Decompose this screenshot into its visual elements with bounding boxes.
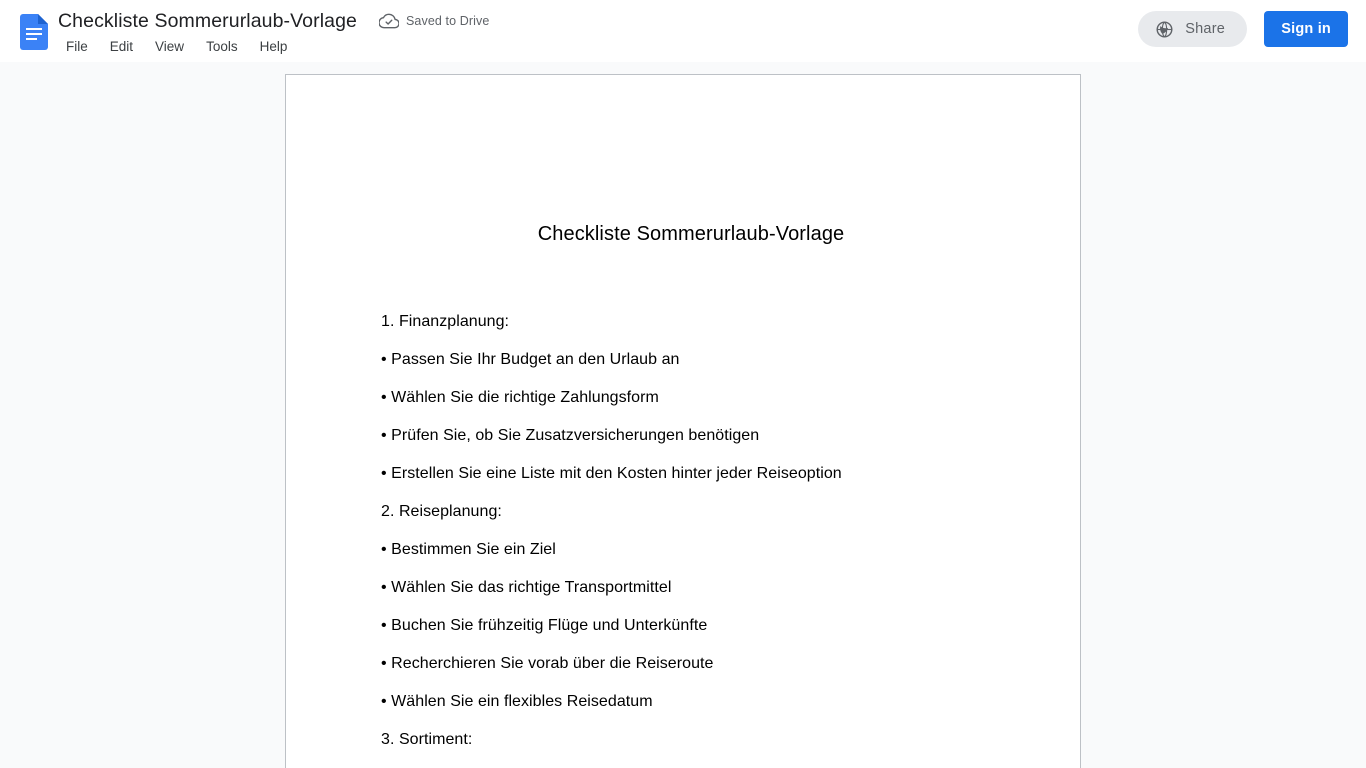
page-title[interactable]: Checkliste Sommerurlaub-Vorlage: [58, 7, 357, 35]
save-status-label: Saved to Drive: [405, 14, 490, 28]
document-line: • Buchen Sie frühzeitig Flüge und Unterk…: [381, 617, 708, 634]
document-heading: Checkliste Sommerurlaub-Vorlage: [537, 223, 845, 245]
document-line: • Bereiten Sie eine Packliste vor: [381, 759, 1001, 768]
google-docs-icon[interactable]: [20, 14, 48, 50]
menu-item-file[interactable]: File: [58, 37, 96, 56]
sign-in-button[interactable]: Sign in: [1264, 11, 1348, 47]
document-page[interactable]: Checkliste Sommerurlaub-Vorlage 1. Finan…: [285, 74, 1081, 768]
document-line: • Wählen Sie das richtige Transportmitte…: [381, 579, 672, 596]
menu-item-tools[interactable]: Tools: [198, 37, 246, 56]
document-line: 2. Reiseplanung:: [381, 503, 502, 520]
document-line: • Wählen Sie ein flexibles Reisedatum: [381, 693, 653, 710]
document-line: • Bestimmen Sie ein Ziel: [381, 541, 556, 558]
document-line: • Prüfen Sie, ob Sie Zusatzversicherunge…: [381, 427, 760, 444]
document-canvas[interactable]: Checkliste Sommerurlaub-Vorlage 1. Finan…: [0, 62, 1366, 768]
share-button-label: Share: [1185, 21, 1225, 37]
menu-bar: File Edit View Tools Help: [58, 35, 301, 57]
menu-item-edit[interactable]: Edit: [102, 37, 141, 56]
title-row: Checkliste Sommerurlaub-Vorlage Saved to…: [58, 7, 489, 35]
share-button[interactable]: Share: [1138, 11, 1247, 47]
document-line: • Erstellen Sie eine Liste mit den Koste…: [381, 465, 842, 482]
document-line: • Passen Sie Ihr Budget an den Urlaub an: [381, 351, 680, 368]
menu-item-help[interactable]: Help: [252, 37, 296, 56]
menu-item-view[interactable]: View: [147, 37, 192, 56]
document-line: 1. Finanzplanung:: [381, 313, 510, 330]
document-line: • Recherchieren Sie vorab über die Reise…: [381, 655, 714, 672]
app-header: Checkliste Sommerurlaub-Vorlage Saved to…: [0, 0, 1366, 62]
document-line: • Wählen Sie die richtige Zahlungsform: [381, 389, 659, 406]
cloud-done-icon: [378, 11, 400, 31]
globe-icon: [1155, 20, 1174, 39]
document-line: 3. Sortiment:: [381, 731, 473, 748]
document-paragraph-list: 1. Finanzplanung: • Passen Sie Ihr Budget…: [381, 303, 1001, 768]
save-status: Saved to Drive: [378, 9, 490, 33]
